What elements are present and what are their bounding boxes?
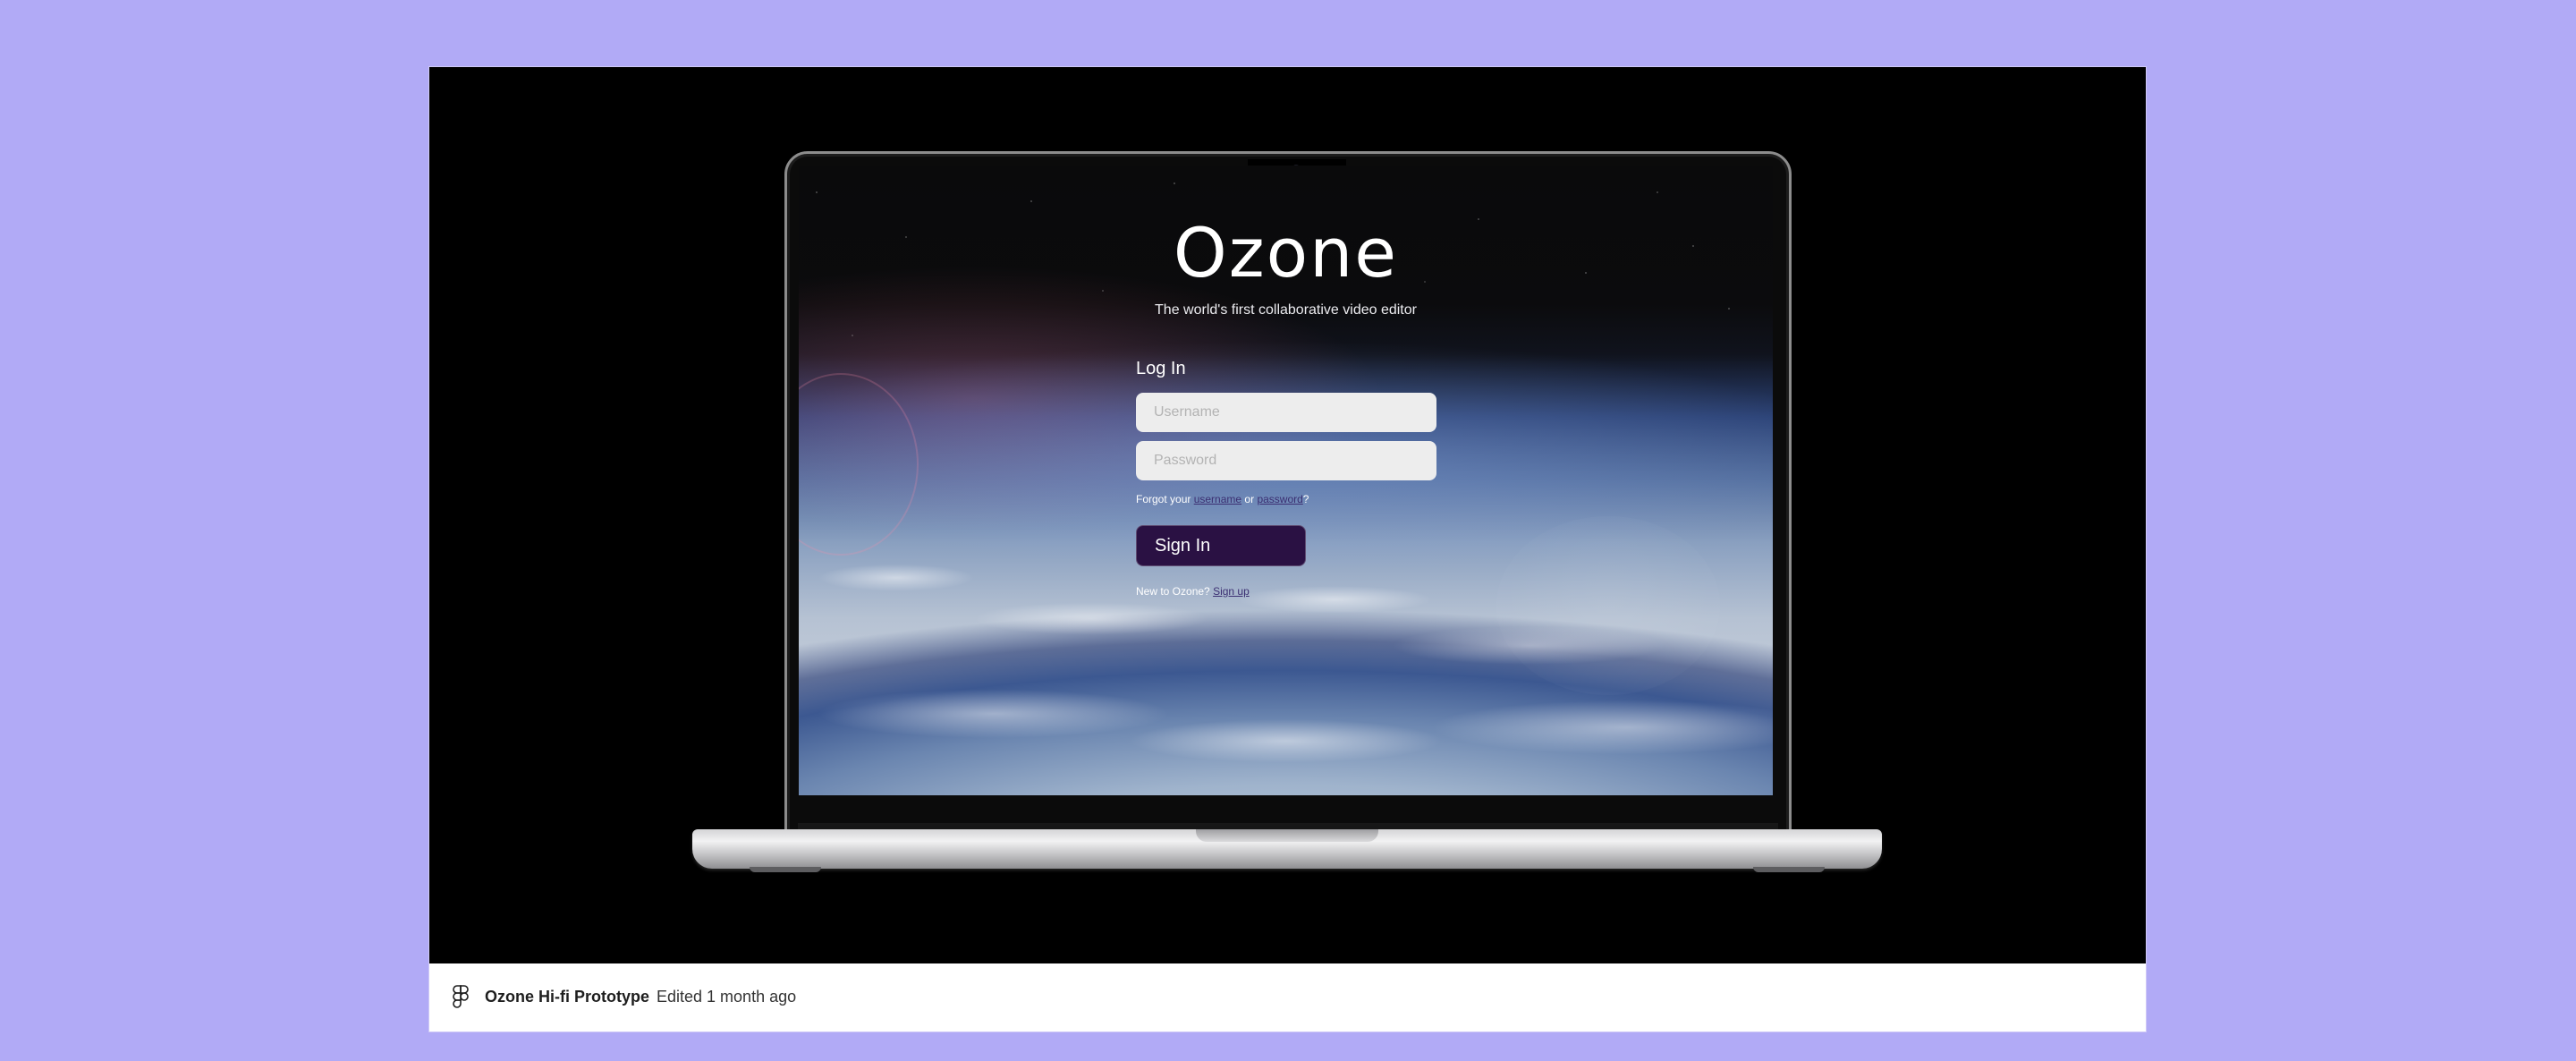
forgot-credentials-line: Forgot your username or password? [1136,493,1309,505]
laptop-foot-left [750,867,821,872]
signup-line: New to Ozone? Sign up [1136,585,1250,598]
edited-timestamp: Edited 1 month ago [657,988,797,1006]
password-input[interactable] [1136,441,1436,480]
sign-up-link[interactable]: Sign up [1213,585,1250,598]
app-tagline: The world's first collaborative video ed… [1155,302,1417,318]
login-screen: Ozone The world's first collaborative vi… [799,166,1773,795]
sign-in-button[interactable]: Sign In [1136,525,1306,566]
signup-prefix: New to Ozone? [1136,585,1210,598]
app-title: Ozone [1173,213,1399,293]
laptop-lip-recess [1196,829,1378,842]
prototype-viewport[interactable]: Ozone The world's first collaborative vi… [429,67,2146,963]
forgot-password-link[interactable]: password [1257,493,1302,505]
embed-footer: Ozone Hi-fi Prototype Edited 1 month ago [429,963,2146,1031]
forgot-username-link[interactable]: username [1194,493,1241,505]
figma-icon [453,985,469,1008]
username-input[interactable] [1136,393,1436,432]
prototype-embed-card: Ozone The world's first collaborative vi… [428,66,2147,1032]
laptop-foot-right [1753,867,1825,872]
laptop-base [692,829,1882,872]
forgot-prefix: Forgot your [1136,493,1191,505]
forgot-or: or [1244,493,1255,505]
forgot-suffix: ? [1302,493,1309,505]
file-name[interactable]: Ozone Hi-fi Prototype [485,988,649,1006]
login-heading: Log In [1136,359,1186,378]
